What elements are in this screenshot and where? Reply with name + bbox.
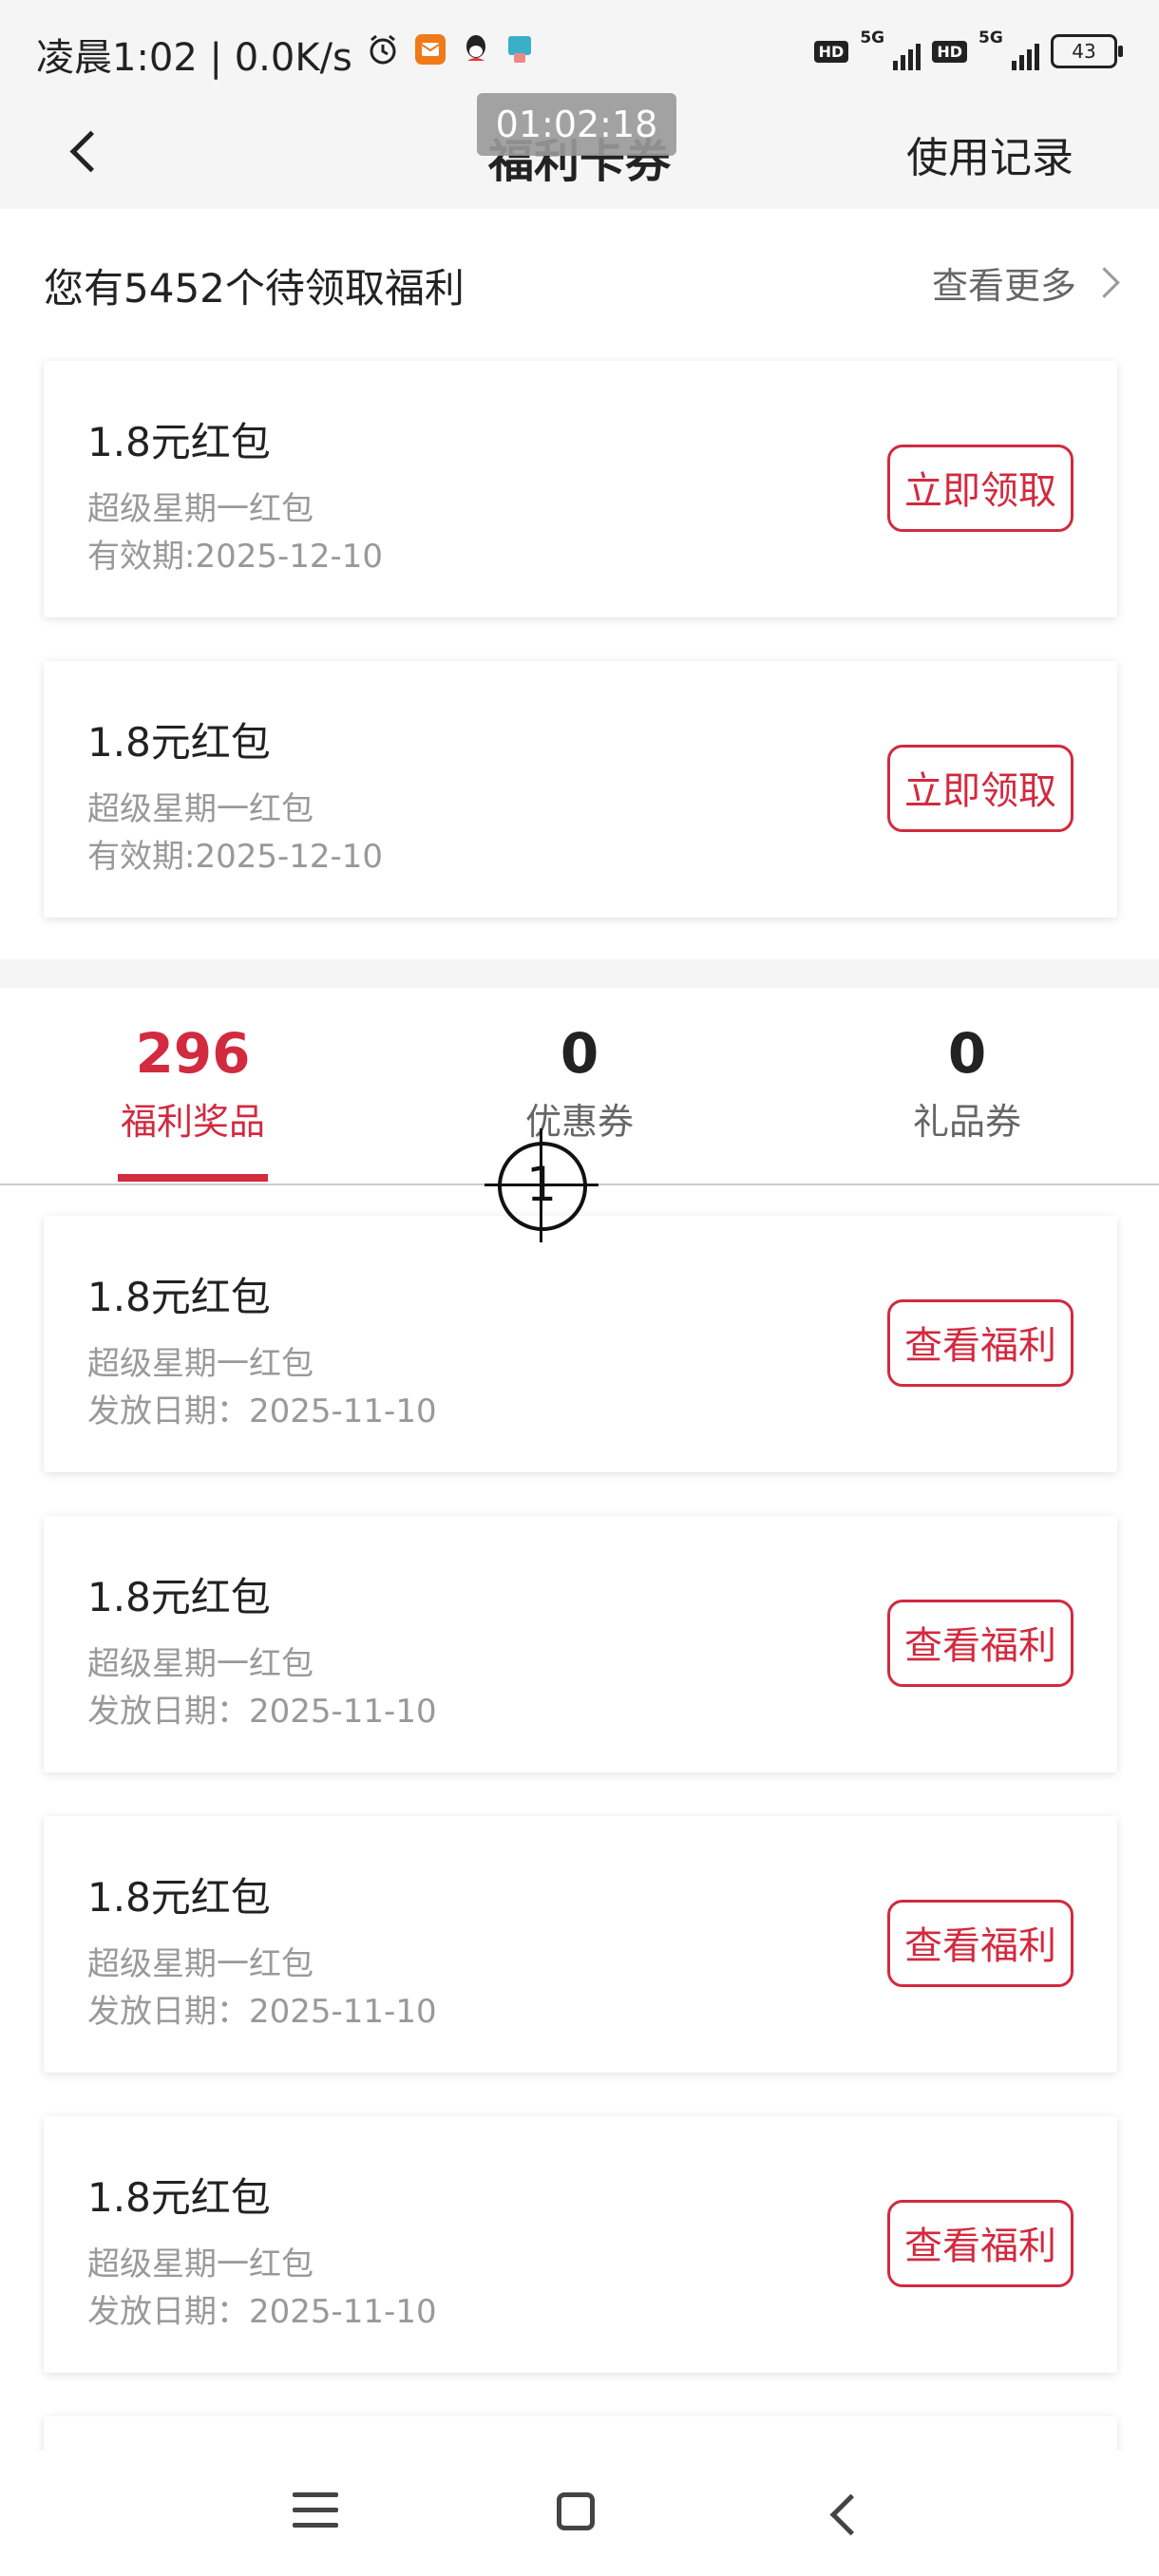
usage-history-button[interactable]: 使用记录 — [906, 123, 1074, 184]
network-type: 5G — [860, 28, 885, 47]
card-title: 1.8元红包 — [87, 719, 271, 766]
reward-card: 1.8元红包 超级星期一红包 发放日期：2025-11-10 查看福利 — [44, 2116, 1117, 2373]
card-issue-date: 发放日期：2025-11-10 — [87, 1693, 437, 1731]
card-title: 1.8元红包 — [87, 419, 271, 465]
card-subtitle: 超级星期一红包 — [87, 1345, 314, 1383]
status-bar: 凌晨1:02 | 0.0K/s HD 5G HD 5G 43 — [0, 0, 1159, 95]
tab-label: 礼品券 — [912, 1101, 1021, 1143]
home-icon[interactable] — [557, 2492, 595, 2530]
status-left: 凌晨1:02 | 0.0K/s — [36, 27, 535, 82]
app-notification-icon — [413, 32, 447, 76]
card-subtitle: 超级星期一红包 — [87, 1645, 314, 1683]
pending-card: 1.8元红包 超级星期一红包 有效期:2025-12-10 立即领取 — [44, 661, 1117, 918]
system-nav-bar — [0, 2451, 1159, 2576]
alarm-icon — [366, 32, 400, 76]
card-subtitle: 超级星期一红包 — [87, 1945, 314, 1983]
tab-count: 0 — [947, 1021, 987, 1086]
pending-section: 您有5452个待领取福利 查看更多 1.8元红包 超级星期一红包 有效期:202… — [0, 209, 1159, 959]
card-expiry: 有效期:2025-12-10 — [87, 538, 384, 576]
hd-badge: HD — [813, 40, 849, 63]
system-back-icon[interactable] — [823, 2492, 861, 2534]
card-issue-date: 发放日期：2025-11-10 — [87, 1392, 437, 1430]
tab-gift-vouchers[interactable]: 0 礼品券 — [825, 1026, 1110, 1145]
card-title: 1.8元红包 — [87, 1574, 271, 1620]
chevron-right-icon — [1089, 267, 1120, 298]
claim-button[interactable]: 立即领取 — [887, 745, 1074, 832]
timer-overlay: 01:02:18 — [477, 93, 676, 156]
reward-card: 1.8元红包 超级星期一红包 发放日期：2025-11-10 查看福利 — [44, 1816, 1117, 2073]
see-more-link[interactable]: 查看更多 — [931, 256, 1120, 309]
card-subtitle: 超级星期一红包 — [87, 490, 314, 528]
network-type: 5G — [978, 28, 1003, 47]
card-issue-date: 发放日期：2025-11-10 — [87, 2293, 437, 2331]
card-title: 1.8元红包 — [87, 1274, 271, 1320]
card-subtitle: 超级星期一红包 — [87, 2245, 314, 2283]
card-subtitle: 超级星期一红包 — [87, 790, 314, 828]
menu-icon[interactable] — [293, 2492, 338, 2534]
tap-marker: 1 — [484, 1128, 598, 1242]
tab-welfare-prizes[interactable]: 296 福利奖品 — [50, 1026, 335, 1145]
reward-card: 1.8元红包 超级星期一红包 发放日期：2025-11-10 查看福利 — [44, 1516, 1117, 1772]
signal-icon: 5G — [978, 28, 1039, 70]
signal-icon: 5G — [860, 28, 922, 70]
view-reward-button[interactable]: 查看福利 — [887, 1299, 1074, 1387]
card-title: 1.8元红包 — [87, 2174, 271, 2221]
battery-icon: 43 — [1051, 34, 1123, 68]
pending-title: 您有5452个待领取福利 — [44, 265, 465, 312]
see-more-label: 查看更多 — [931, 265, 1076, 307]
marker-number: 1 — [526, 1157, 557, 1212]
card-title: 1.8元红包 — [87, 1874, 271, 1921]
claim-button[interactable]: 立即领取 — [887, 445, 1074, 532]
view-reward-button[interactable]: 查看福利 — [887, 2200, 1074, 2287]
active-tab-indicator — [118, 1174, 268, 1182]
pending-card: 1.8元红包 超级星期一红包 有效期:2025-12-10 立即领取 — [44, 361, 1117, 617]
hd-badge: HD — [932, 40, 967, 63]
app-icon — [504, 32, 535, 76]
view-reward-button[interactable]: 查看福利 — [887, 1900, 1074, 1987]
card-expiry: 有效期:2025-12-10 — [87, 838, 384, 876]
status-right: HD 5G HD 5G 43 — [813, 28, 1123, 70]
card-issue-date: 发放日期：2025-11-10 — [87, 1993, 437, 2031]
view-reward-button[interactable]: 查看福利 — [887, 1600, 1074, 1687]
tab-count: 0 — [560, 1021, 599, 1086]
tab-count: 296 — [135, 1021, 251, 1086]
reward-card: 1.8元红包 超级星期一红包 发放日期：2025-11-10 查看福利 — [44, 1216, 1117, 1472]
qq-icon — [461, 32, 491, 76]
status-time-speed: 凌晨1:02 | 0.0K/s — [36, 36, 352, 80]
tab-coupons[interactable]: 0 优惠券 — [437, 1026, 722, 1145]
tab-label: 福利奖品 — [120, 1101, 265, 1143]
